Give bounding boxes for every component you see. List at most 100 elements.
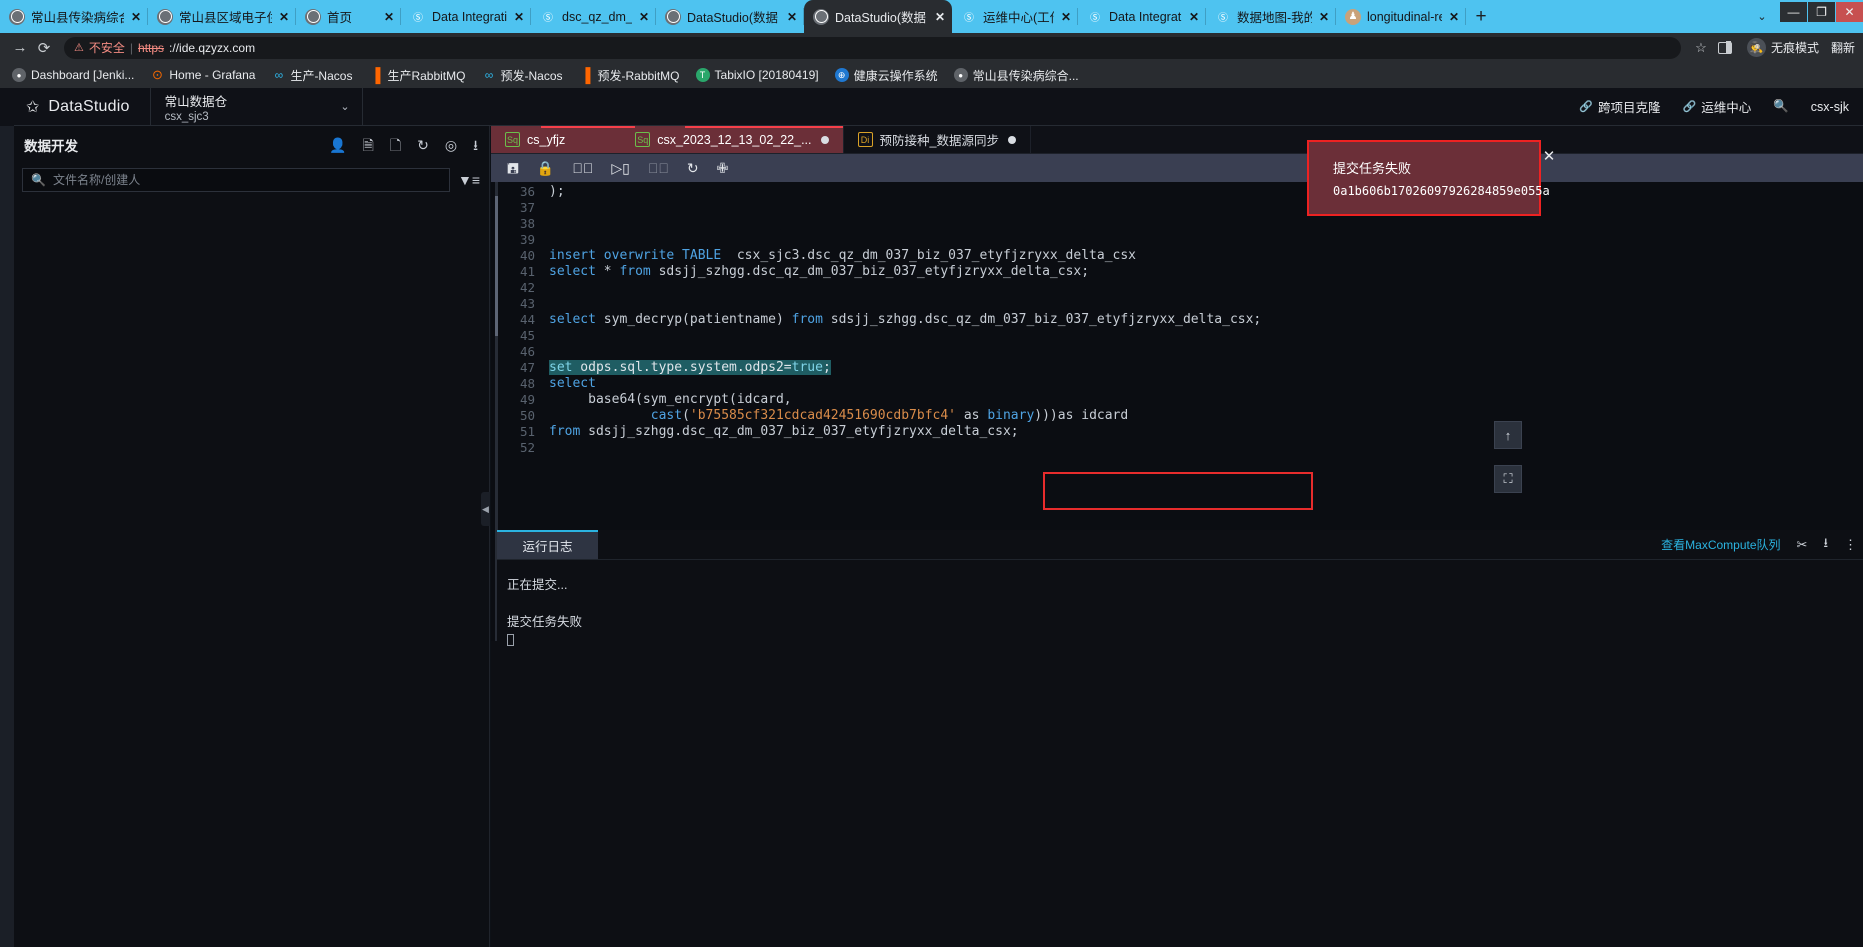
bookmark-item[interactable]: T TabixIO [20180419] [688, 64, 827, 86]
workspace-selector[interactable]: 常山数据仓 csx_sjc3 ⌄ [151, 87, 363, 126]
browser-update-label[interactable]: 翻新 [1831, 39, 1855, 56]
url-host: ://ide.qzyzx.com [169, 40, 256, 55]
bookmark-item[interactable]: ⊙ Home - Grafana [142, 64, 263, 86]
panel-collapse-handle[interactable]: ◀ [481, 492, 490, 526]
browser-tab-title: DataStudio(数据 [687, 11, 779, 25]
header-left-strip [0, 87, 14, 126]
toast-close-icon[interactable]: ✕ [1541, 149, 1557, 165]
line-number: 45 [519, 328, 535, 343]
code-line: 49 base64(sym_encrypt(idcard, [491, 392, 1863, 408]
close-icon[interactable]: ✕ [513, 11, 525, 23]
import-icon[interactable]: ⭳ [473, 138, 478, 152]
browser-tab[interactable]: ♟ longitudinal-rec ✕ [1336, 0, 1466, 33]
app-logo-block[interactable]: ✩ DataStudio [14, 87, 151, 126]
omnibox[interactable]: ⚠ 不安全 | https ://ide.qzyzx.com [64, 36, 1681, 59]
header-link-label: 跨项目克隆 [1597, 101, 1661, 115]
line-number: 44 [519, 312, 535, 327]
new-file-icon[interactable]: 🗋 [390, 138, 401, 152]
user-label[interactable]: csx-sjk [1811, 100, 1849, 114]
run-icon[interactable]: ▶⃝ [572, 161, 593, 175]
side-panel-icon[interactable] [1713, 36, 1737, 60]
header-link-cross-project-clone[interactable]: 🔗 跨项目克隆 [1579, 97, 1660, 116]
forward-icon[interactable]: → [8, 36, 32, 60]
refresh-icon[interactable]: ↻ [687, 161, 699, 175]
bookmark-item[interactable]: ∞ 预发-Nacos [473, 64, 570, 86]
close-icon[interactable]: ✕ [786, 11, 798, 23]
maxcompute-queue-link[interactable]: 查看MaxCompute队列 [1661, 536, 1780, 553]
close-icon[interactable]: ✕ [1448, 11, 1460, 23]
browser-tab[interactable]: Ⓢ 数据地图-我的数 ✕ [1206, 0, 1336, 33]
header-search-icon[interactable]: 🔍 [1773, 99, 1789, 114]
browser-tab[interactable]: Ⓢ 运维中心(工作流 ✕ [952, 0, 1078, 33]
bookmark-item[interactable]: ∞ 生产-Nacos [263, 64, 360, 86]
more-icon[interactable]: ⋮ [1844, 537, 1857, 553]
refresh-icon[interactable]: ↻ [417, 138, 429, 152]
save-icon[interactable]: 🖪 [507, 161, 519, 175]
browser-tab[interactable]: Ⓢ Data Integratio ✕ [1078, 0, 1206, 33]
warning-triangle-icon: ⚠ [74, 42, 84, 54]
browser-tab-title: longitudinal-rec [1367, 9, 1442, 24]
locate-icon[interactable]: ◎ [445, 138, 457, 152]
minimize-button[interactable]: — [1780, 2, 1807, 22]
browser-tab-strip: 常山县传染病综合 ✕ 常山县区域电子住 ✕ 首页 ✕ Ⓢ Data Integratio ✕ Ⓢd… [0, 0, 1863, 33]
close-icon[interactable]: ✕ [1318, 11, 1330, 23]
close-icon[interactable]: ✕ [130, 11, 142, 23]
filter-icon[interactable]: ▼≡ [458, 172, 480, 188]
line-number: 43 [519, 296, 535, 311]
bookmark-item[interactable]: ⊕ 健康云操作系统 [827, 64, 946, 86]
search-box[interactable]: 🔍 [22, 168, 450, 192]
run-step-icon[interactable]: ▷▯ [611, 161, 629, 175]
tab-run-log[interactable]: 运行日志 [497, 530, 598, 559]
header-link-ops-center[interactable]: 🔗 运维中心 [1683, 97, 1752, 116]
window-controls: — ❐ ✕ [1779, 2, 1863, 24]
log-body: 正在提交... 提交任务失败 [497, 560, 1863, 947]
code-line: 44 select sym_decryp(patientname) from sd… [491, 312, 1863, 328]
close-window-button[interactable]: ✕ [1836, 2, 1863, 22]
close-icon[interactable]: ✕ [1060, 11, 1072, 23]
bookmark-label: 生产-Nacos [290, 68, 353, 83]
broom-icon[interactable]: ✂ [1797, 537, 1808, 553]
close-icon[interactable]: ✕ [1188, 11, 1200, 23]
new-tab-button[interactable]: + [1466, 0, 1496, 33]
bookmark-item[interactable]: ● 常山县传染病综合... [946, 64, 1087, 86]
browser-tab[interactable]: Ⓢ Data Integratio ✕ [401, 0, 531, 33]
format-icon[interactable]: ✙ [717, 161, 729, 175]
editor-tab[interactable]: Sq cs_yfjz [491, 126, 636, 153]
code-gutter-thumb[interactable] [495, 196, 498, 336]
editor-tab-label: cs_yfjz [527, 132, 566, 147]
code-line: 43 [491, 296, 1863, 312]
bookmark-item[interactable]: ▐ 预发-RabbitMQ [571, 64, 688, 86]
search-input[interactable] [52, 173, 441, 187]
browser-tab[interactable]: Ⓢdsc_qz_dm_037 ✕ [531, 0, 656, 33]
bookmark-item[interactable]: ▐ 生产RabbitMQ [360, 64, 473, 86]
user-icon[interactable]: 👤 [329, 138, 346, 152]
scroll-to-top-button[interactable]: ↑ [1494, 421, 1522, 449]
close-icon[interactable]: ✕ [638, 11, 650, 23]
query-icon[interactable]: 🗎 [363, 138, 374, 152]
expand-editor-button[interactable]: ⛶ [1494, 465, 1522, 493]
lock-icon[interactable]: 🔒 [537, 161, 554, 175]
browser-tab[interactable]: DataStudio(数据 ✕ [656, 0, 804, 33]
bookmark-item[interactable]: ● Dashboard [Jenki... [4, 64, 142, 86]
stop-icon[interactable]: ◼⃝ [648, 161, 669, 175]
close-icon[interactable]: ✕ [934, 11, 946, 23]
browser-tab[interactable]: 常山县传染病综合 ✕ [0, 0, 148, 33]
code-line: 41 select * from sdsjj_szhgg.dsc_qz_dm_03… [491, 264, 1863, 280]
code-line: 40 insert overwrite TABLE csx_sjc3.dsc_qz… [491, 248, 1863, 264]
reload-icon[interactable]: ⟳ [32, 36, 56, 60]
bookmark-star-icon[interactable]: ☆ [1689, 36, 1713, 60]
close-icon[interactable]: ✕ [383, 11, 395, 23]
code-line: 42 [491, 280, 1863, 296]
editor-tab[interactable]: Sq csx_2023_12_13_02_22_... [635, 126, 844, 153]
browser-tab[interactable]: 首页 ✕ [296, 0, 401, 33]
download-icon[interactable]: ⭳ [1823, 534, 1828, 556]
health-icon: ⊕ [834, 68, 849, 82]
maximize-button[interactable]: ❐ [1808, 2, 1835, 22]
editor-tab[interactable]: Di 预防接种_数据源同步 [844, 126, 1031, 153]
incognito-indicator[interactable]: 🕵 无痕模式 [1746, 38, 1819, 57]
tab-search-icon[interactable]: ⌄ [1745, 0, 1779, 33]
browser-tab[interactable]: DataStudio(数据 ✕ [804, 0, 952, 33]
browser-tab[interactable]: 常山县区域电子住 ✕ [148, 0, 296, 33]
close-icon[interactable]: ✕ [278, 11, 290, 23]
left-nav-rail[interactable] [0, 126, 14, 947]
